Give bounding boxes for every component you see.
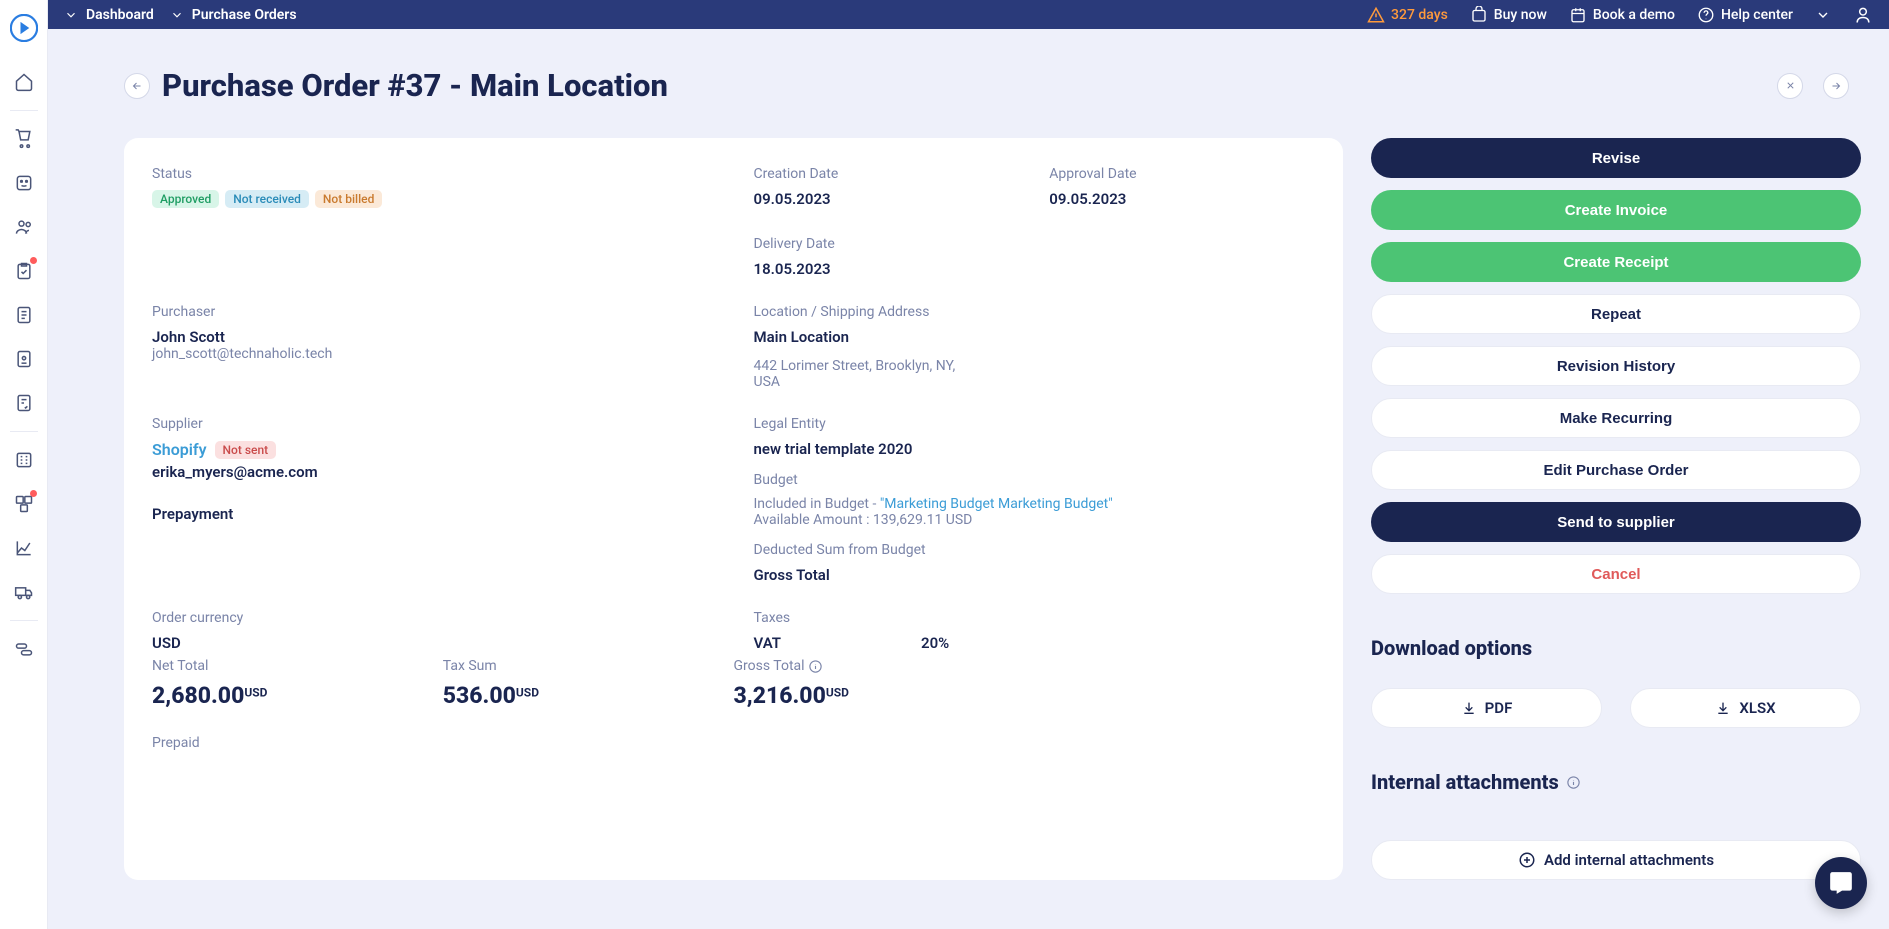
currency-value: USD [152, 634, 714, 652]
net-label: Net Total [152, 658, 443, 674]
creation-date-label: Creation Date [754, 166, 1020, 182]
deducted-value: Gross Total [754, 566, 1316, 584]
page-back-button[interactable] [124, 73, 150, 99]
chevron-down-icon[interactable] [1815, 7, 1831, 23]
gross-label: Gross Total [734, 658, 1025, 674]
plus-circle-icon [1518, 851, 1536, 869]
sidebar-clipboard-icon[interactable] [0, 249, 48, 293]
prepaid-label: Prepaid [152, 735, 1315, 751]
page-next-button[interactable] [1823, 73, 1849, 99]
tax-name: VAT [754, 634, 782, 652]
purchaser-email: john_scott@technaholic.tech [152, 346, 714, 362]
delivery-date-label: Delivery Date [754, 236, 1020, 252]
legal-label: Legal Entity [754, 416, 1316, 432]
calendar-icon [1569, 6, 1587, 24]
supplier-email: erika_myers@acme.com [152, 463, 714, 481]
location-name: Main Location [754, 328, 1316, 346]
page-close-button[interactable] [1777, 73, 1803, 99]
deducted-label: Deducted Sum from Budget [754, 542, 1316, 558]
buy-now-button[interactable]: Buy now [1470, 6, 1547, 24]
help-icon [1697, 6, 1715, 24]
attachments-title: Internal attachments [1371, 770, 1861, 794]
warning-icon [1367, 6, 1385, 24]
currency-label: Order currency [152, 610, 714, 626]
add-attachments-button[interactable]: Add internal attachments [1371, 840, 1861, 880]
download-pdf-button[interactable]: PDF [1371, 688, 1602, 728]
help-center-button[interactable]: Help center [1697, 6, 1793, 24]
taxsum-label: Tax Sum [443, 658, 734, 674]
sidebar-face-icon[interactable] [0, 161, 48, 205]
breadcrumb-purchase-orders[interactable]: Purchase Orders [192, 7, 297, 23]
page-title: Purchase Order #37 - Main Location [162, 67, 668, 104]
sidebar-building-icon[interactable] [0, 438, 48, 482]
sidebar-doc1-icon[interactable] [0, 293, 48, 337]
user-icon[interactable] [1853, 5, 1873, 25]
create-receipt-button[interactable]: Create Receipt [1371, 242, 1861, 282]
sidebar-cart-icon[interactable] [0, 117, 48, 161]
tax-rate: 20% [921, 634, 949, 652]
approval-date-label: Approval Date [1049, 166, 1315, 182]
approval-date-value: 09.05.2023 [1049, 190, 1315, 208]
status-label: Status [152, 166, 714, 182]
download-icon [1715, 700, 1731, 716]
download-xlsx-button[interactable]: XLSX [1630, 688, 1861, 728]
legal-value: new trial template 2020 [754, 440, 1316, 458]
revise-button[interactable]: Revise [1371, 138, 1861, 178]
purchaser-name: John Scott [152, 328, 714, 346]
net-value: 2,680.00 [152, 682, 244, 709]
breadcrumb-dashboard[interactable]: Dashboard [86, 7, 154, 23]
prepayment-label: Prepayment [152, 505, 714, 523]
repeat-button[interactable]: Repeat [1371, 294, 1861, 334]
supplier-notsent-badge: Not sent [215, 441, 277, 459]
actions-panel: Revise Create Invoice Create Receipt Rep… [1371, 138, 1861, 880]
budget-available: Available Amount : 139,629.11 USD [754, 512, 1316, 528]
budget-link[interactable]: "Marketing Budget Marketing Budget" [880, 496, 1113, 512]
location-label: Location / Shipping Address [754, 304, 1316, 320]
gross-value: 3,216.00 [734, 682, 826, 709]
sidebar-chart-icon[interactable] [0, 526, 48, 570]
taxsum-value: 536.00 [443, 682, 516, 709]
revision-history-button[interactable]: Revision History [1371, 346, 1861, 386]
make-recurring-button[interactable]: Make Recurring [1371, 398, 1861, 438]
status-approved-badge: Approved [152, 190, 219, 208]
topbar: Dashboard Purchase Orders 327 days Buy n… [48, 0, 1889, 29]
sidebar-doc2-icon[interactable] [0, 337, 48, 381]
create-invoice-button[interactable]: Create Invoice [1371, 190, 1861, 230]
chevron-down-icon[interactable] [64, 8, 78, 22]
sidebar-home-icon[interactable] [0, 60, 48, 104]
edit-po-button[interactable]: Edit Purchase Order [1371, 450, 1861, 490]
supplier-link[interactable]: Shopify [152, 440, 207, 459]
cart-icon [1470, 6, 1488, 24]
chat-icon [1828, 870, 1854, 896]
send-supplier-button[interactable]: Send to supplier [1371, 502, 1861, 542]
supplier-label: Supplier [152, 416, 714, 432]
delivery-date-value: 18.05.2023 [754, 260, 1020, 278]
taxes-label: Taxes [754, 610, 1316, 626]
status-notreceived-badge: Not received [225, 190, 309, 208]
sidebar-truck-icon[interactable] [0, 570, 48, 614]
purchaser-label: Purchaser [152, 304, 714, 320]
book-demo-button[interactable]: Book a demo [1569, 6, 1675, 24]
info-icon[interactable] [1566, 775, 1581, 790]
chat-fab-button[interactable] [1815, 857, 1867, 909]
sidebar-boxes-icon[interactable] [0, 482, 48, 526]
info-icon[interactable] [808, 659, 823, 674]
app-logo-icon [10, 14, 38, 42]
status-notbilled-badge: Not billed [315, 190, 382, 208]
cancel-button[interactable]: Cancel [1371, 554, 1861, 594]
download-icon [1461, 700, 1477, 716]
sidebar-doc3-icon[interactable] [0, 381, 48, 425]
details-card: Status Approved Not received Not billed … [124, 138, 1343, 880]
location-address: 442 Lorimer Street, Brooklyn, NY, USA [754, 358, 974, 390]
chevron-down-icon[interactable] [170, 8, 184, 22]
sidebar-toggle-icon[interactable] [0, 627, 48, 671]
sidebar-users-icon[interactable] [0, 205, 48, 249]
trial-days[interactable]: 327 days [1367, 6, 1448, 24]
creation-date-value: 09.05.2023 [754, 190, 1020, 208]
budget-label: Budget [754, 472, 1316, 488]
sidebar [0, 0, 48, 929]
download-options-title: Download options [1371, 636, 1861, 660]
